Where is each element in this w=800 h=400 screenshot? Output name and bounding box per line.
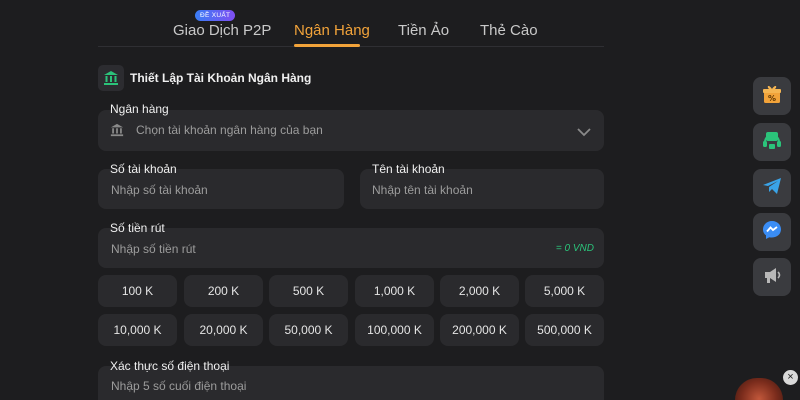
withdraw-amount-label: Số tiền rút: [110, 221, 165, 235]
close-icon[interactable]: ×: [783, 370, 798, 385]
bank-small-icon: [110, 123, 124, 142]
amount-button[interactable]: 200,000 K: [440, 314, 519, 346]
withdraw-amount-placeholder: Nhập số tiền rút: [111, 242, 196, 256]
tab-label: Tiền Ảo: [398, 22, 450, 39]
tab-p2p[interactable]: Giao Dịch P2P: [173, 22, 271, 39]
amount-button[interactable]: 1,000 K: [355, 275, 434, 307]
telegram-button[interactable]: [753, 169, 791, 207]
bank-label: Ngân hàng: [110, 102, 169, 116]
account-name-label: Tên tài khoản: [372, 162, 445, 176]
tab-label: Ngân Hàng: [294, 22, 370, 39]
active-tab-indicator: [294, 44, 360, 47]
phone-verify-field[interactable]: Xác thực số điện thoại Nhập 5 số cuối đi…: [98, 359, 604, 400]
account-number-label: Số tài khoản: [110, 162, 177, 176]
tab-bank[interactable]: Ngân Hàng: [294, 22, 370, 39]
tab-crypto[interactable]: Tiền Ảo: [398, 22, 449, 39]
amount-button[interactable]: 100,000 K: [355, 314, 434, 346]
account-number-field[interactable]: Số tài khoản Nhập số tài khoản: [98, 162, 344, 209]
megaphone-icon: [761, 264, 783, 291]
amount-button[interactable]: 50,000 K: [269, 314, 348, 346]
phone-verify-label: Xác thực số điện thoại: [110, 359, 230, 373]
section-header: Thiết Lập Tài Khoản Ngân Hàng: [98, 64, 311, 92]
gift-percent-icon: %: [761, 83, 783, 110]
bank-placeholder: Chọn tài khoản ngân hàng của bạn: [136, 123, 323, 137]
amount-button[interactable]: 500,000 K: [525, 314, 604, 346]
svg-text:%: %: [768, 94, 776, 103]
phone-verify-placeholder: Nhập 5 số cuối điện thoại: [111, 379, 247, 393]
amount-button[interactable]: 500 K: [269, 275, 348, 307]
messenger-button[interactable]: [753, 213, 791, 251]
tab-label: Thẻ Cào: [480, 22, 538, 39]
withdraw-amount-field[interactable]: Số tiền rút Nhập số tiền rút = 0 VND: [98, 221, 604, 268]
account-number-placeholder: Nhập số tài khoản: [111, 183, 208, 197]
amount-button[interactable]: 2,000 K: [440, 275, 519, 307]
account-name-field[interactable]: Tên tài khoản Nhập tên tài khoản: [360, 162, 604, 209]
telegram-icon: [761, 175, 783, 202]
converted-amount: = 0 VND: [555, 243, 594, 254]
promotion-button[interactable]: %: [753, 77, 791, 115]
amount-button[interactable]: 200 K: [184, 275, 263, 307]
bank-select[interactable]: Ngân hàng Chọn tài khoản ngân hàng của b…: [98, 102, 604, 151]
account-name-placeholder: Nhập tên tài khoản: [372, 183, 473, 197]
support-button[interactable]: [753, 123, 791, 161]
announcement-button[interactable]: [753, 258, 791, 296]
bank-icon: [98, 65, 124, 91]
messenger-icon: [761, 219, 783, 246]
section-title: Thiết Lập Tài Khoản Ngân Hàng: [130, 71, 312, 85]
tab-bar: Giao Dịch P2P ĐỀ XUẤT Ngân Hàng Tiền Ảo …: [98, 0, 604, 47]
amount-button[interactable]: 20,000 K: [184, 314, 263, 346]
amount-button[interactable]: 10,000 K: [98, 314, 177, 346]
withdraw-panel: Giao Dịch P2P ĐỀ XUẤT Ngân Hàng Tiền Ảo …: [98, 0, 604, 400]
amount-button[interactable]: 100 K: [98, 275, 177, 307]
amount-button[interactable]: 5,000 K: [525, 275, 604, 307]
tab-card[interactable]: Thẻ Cào: [480, 22, 538, 39]
promo-floating-image[interactable]: [735, 378, 783, 400]
chevron-down-icon: [576, 124, 592, 142]
headset-icon: [761, 129, 783, 156]
recommended-badge: ĐỀ XUẤT: [195, 10, 236, 21]
tab-label: Giao Dịch P2P: [173, 22, 272, 39]
